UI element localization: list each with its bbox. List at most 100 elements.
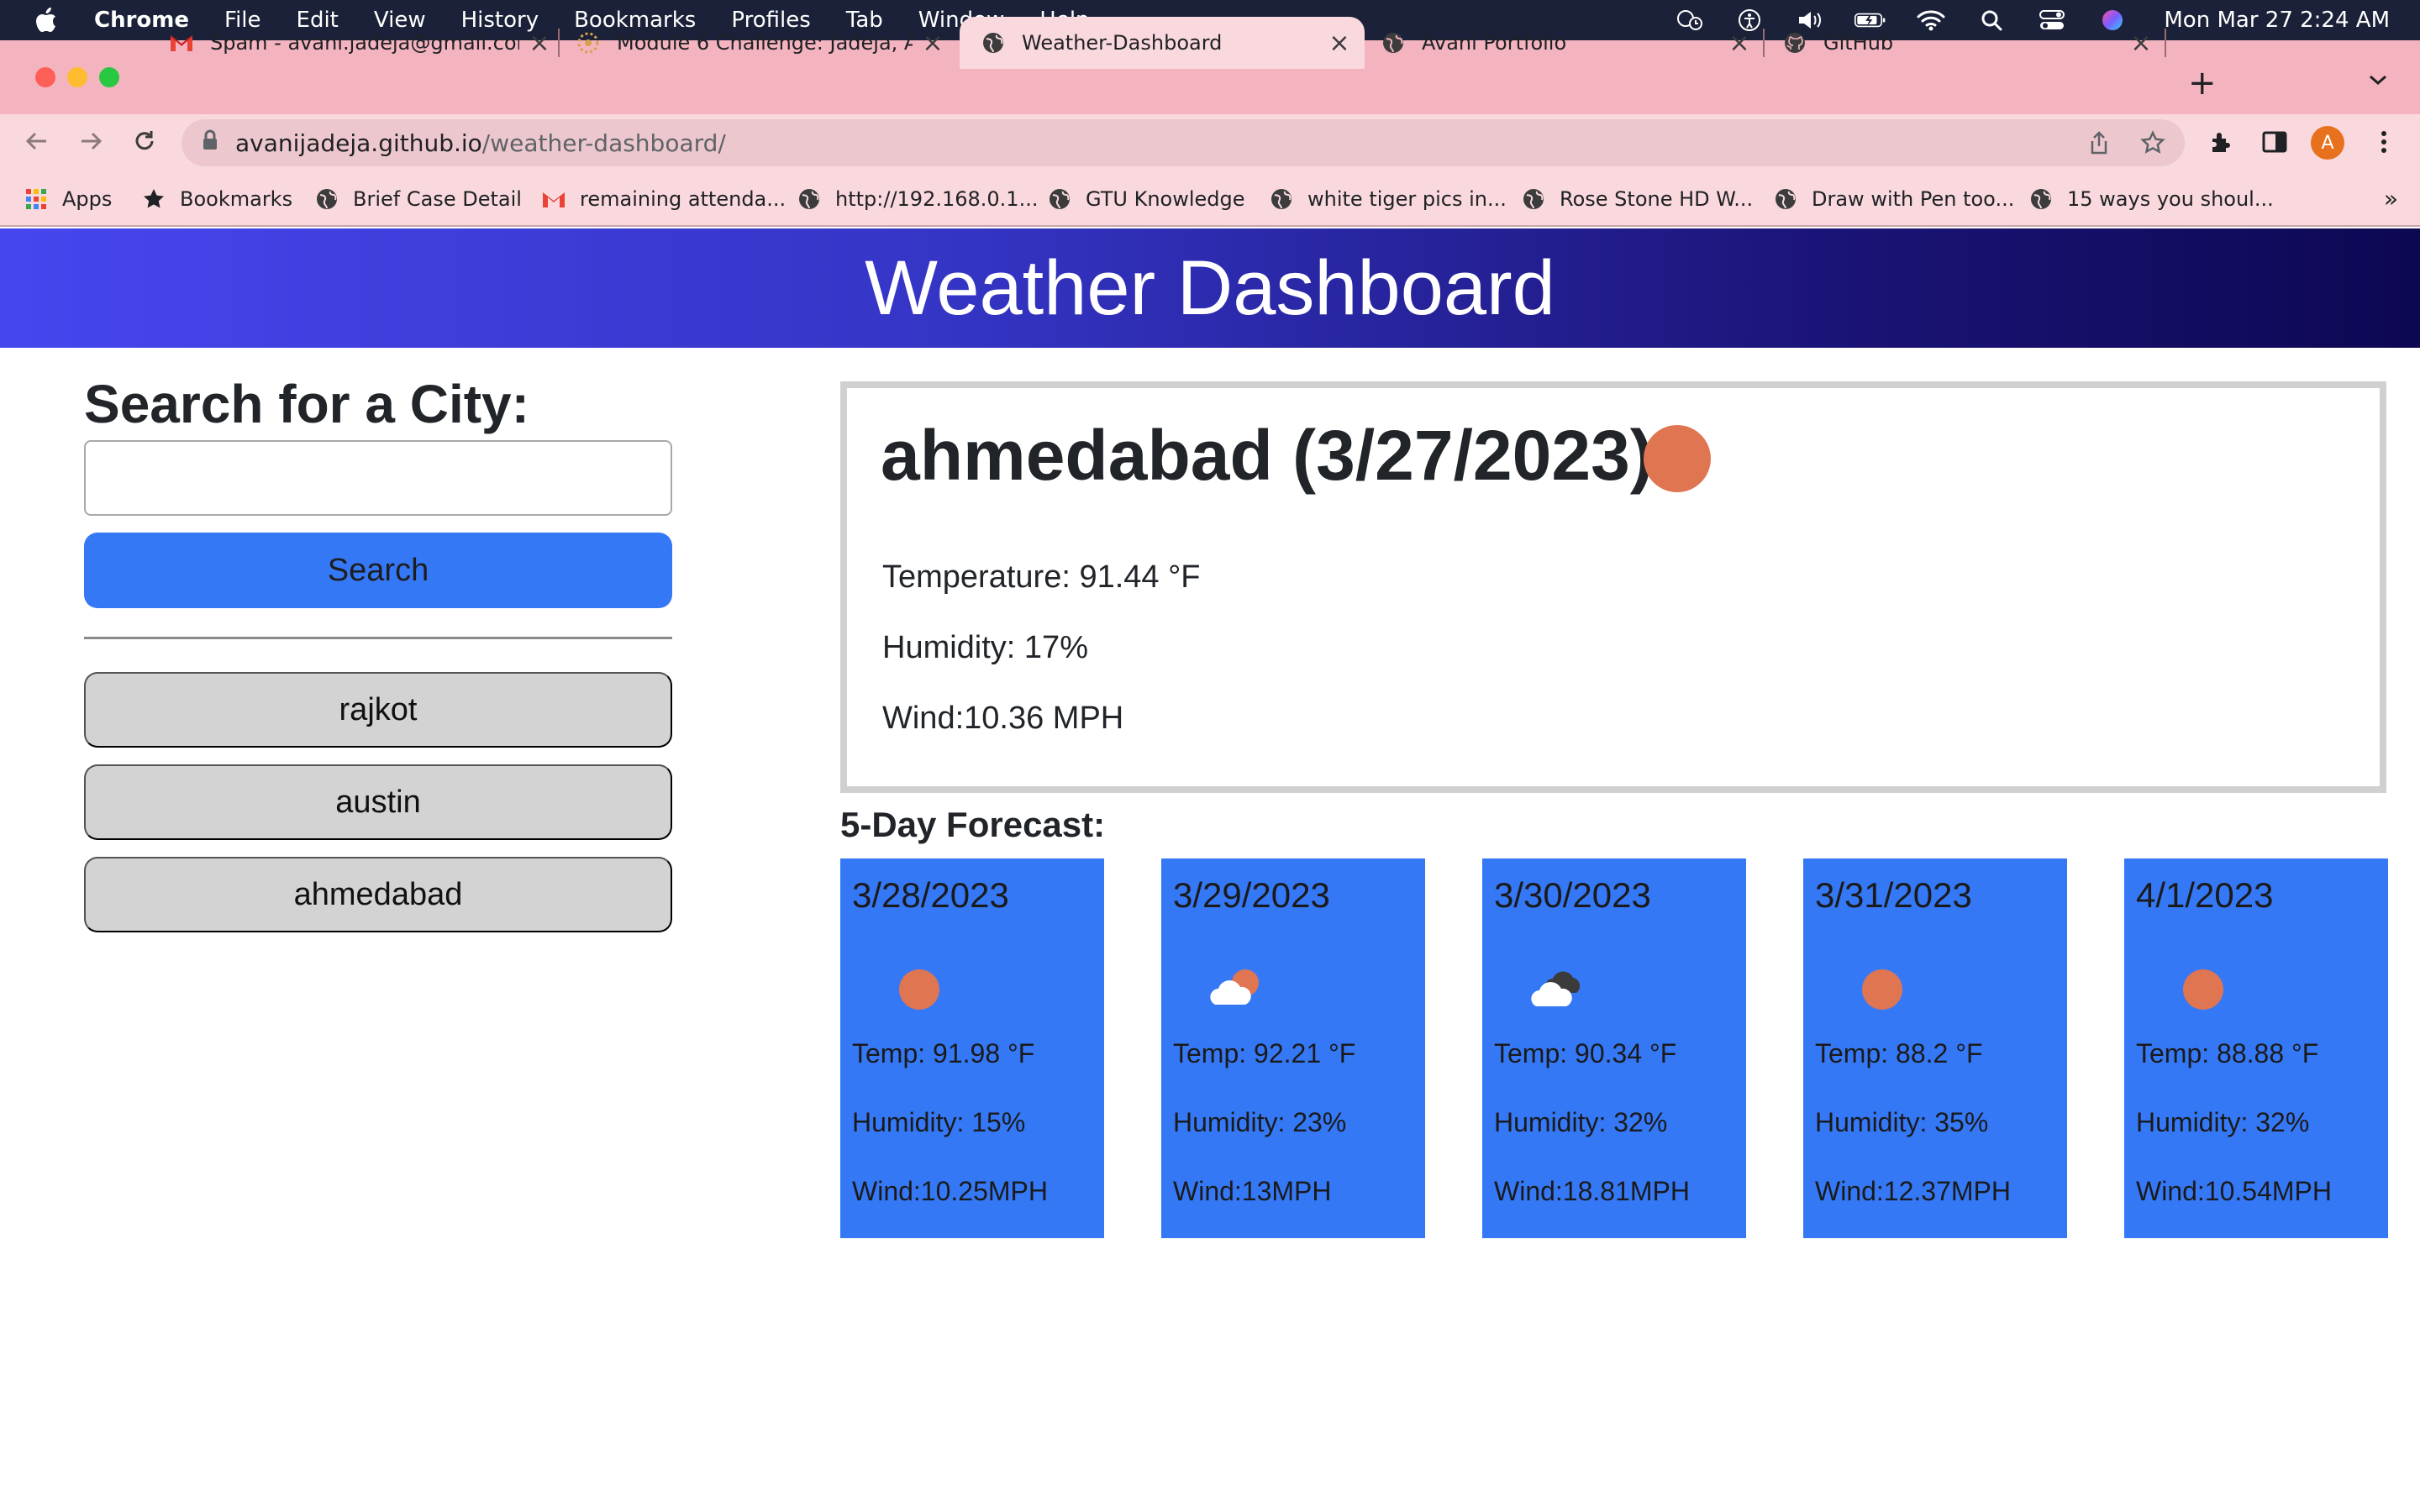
bookmark-label: Rose Stone HD W...: [1560, 187, 1754, 211]
tab-separator: [2165, 29, 2166, 57]
search-heading: Search for a City:: [84, 374, 529, 434]
bookmark-star-icon[interactable]: [2139, 129, 2166, 156]
bookmark-brief-case-detail[interactable]: Brief Case Detail: [314, 186, 522, 212]
forecast-humidity: Humidity: 15%: [852, 1107, 1026, 1137]
bookmarks-bar: Apps Bookmarks Brief Case Detail remaini…: [0, 170, 2420, 227]
clear-sun-icon: [2183, 969, 2223, 1010]
globe-icon: [314, 186, 339, 212]
forecast-wind: Wind:10.25MPH: [852, 1176, 1048, 1206]
globe-icon: [2028, 186, 2054, 212]
tab-separator: [1763, 29, 1765, 57]
tab-close-icon[interactable]: ×: [921, 29, 944, 58]
city-search-input[interactable]: [84, 440, 672, 516]
forecast-card: 3/29/2023 Temp: 92.21 °F Humidity: 23% W…: [1161, 858, 1425, 1238]
bookmark-white-tiger[interactable]: white tiger pics in...: [1269, 186, 1507, 212]
globe-icon: [1269, 186, 1294, 212]
tab-close-icon[interactable]: ×: [528, 29, 551, 58]
bookmark-rose-stone[interactable]: Rose Stone HD W...: [1521, 186, 1753, 212]
forecast-temp: Temp: 91.98 °F: [852, 1038, 1035, 1068]
browser-tab-weather-dashboard[interactable]: Weather-Dashboard ×: [960, 17, 1365, 69]
forecast-card: 3/31/2023 Temp: 88.2 °F Humidity: 35% Wi…: [1803, 858, 2067, 1238]
forecast-heading: 5-Day Forecast:: [840, 805, 1106, 844]
bookmark-15-ways[interactable]: 15 ways you shoul...: [2028, 186, 2274, 212]
forecast-card: 4/1/2023 Temp: 88.88 °F Humidity: 32% Wi…: [2124, 858, 2388, 1238]
gmail-icon: [168, 29, 195, 56]
address-bar[interactable]: avanijadeja.github.io/weather-dashboard/: [182, 119, 2185, 166]
back-arrow-icon[interactable]: [20, 124, 54, 158]
tab-title: Module 6 Challenge: Jadeja, Avani: [617, 31, 913, 55]
tab-close-icon[interactable]: ×: [2129, 29, 2153, 58]
tab-title: GitHub: [1823, 31, 1894, 55]
current-wind: Wind:10.36 MPH: [882, 701, 1124, 736]
bookmark-local-ip[interactable]: http://192.168.0.1...: [797, 186, 1038, 212]
bookmarks-overflow-chevron-icon[interactable]: »: [2384, 185, 2398, 213]
browser-tab-module6[interactable]: Module 6 Challenge: Jadeja, Avani ×: [575, 17, 944, 69]
forecast-date: 3/29/2023: [1173, 875, 1330, 915]
history-city-button[interactable]: rajkot: [84, 672, 672, 748]
globe-icon: [980, 29, 1007, 56]
forecast-temp: Temp: 88.88 °F: [2136, 1038, 2319, 1068]
chrome-menu-kebab-icon[interactable]: [2368, 126, 2400, 158]
forecast-humidity: Humidity: 32%: [1494, 1107, 1668, 1137]
tab-separator: [558, 29, 560, 57]
gmail-icon: [541, 186, 566, 212]
history-city-button[interactable]: ahmedabad: [84, 857, 672, 932]
browser-tab-avani-portfolio[interactable]: Avani Portfolio ×: [1380, 17, 1751, 69]
forecast-card: 3/28/2023 Temp: 91.98 °F Humidity: 15% W…: [840, 858, 1104, 1238]
clear-sun-icon: [1862, 969, 1902, 1010]
window-close-button[interactable]: [35, 67, 55, 87]
forecast-humidity: Humidity: 32%: [2136, 1107, 2310, 1137]
forward-arrow-icon[interactable]: [74, 124, 108, 158]
profile-avatar[interactable]: A: [2311, 126, 2344, 160]
extensions-puzzle-icon[interactable]: [2205, 126, 2237, 158]
tab-close-icon[interactable]: ×: [1728, 29, 1751, 58]
forecast-temp: Temp: 90.34 °F: [1494, 1038, 1677, 1068]
current-city-date: ahmedabad (3/27/2023): [881, 416, 1654, 495]
bookmark-label: GTU Knowledge: [1086, 187, 1245, 211]
reload-icon[interactable]: [128, 124, 161, 158]
canvas-icon: [575, 29, 602, 56]
forecast-wind: Wind:12.37MPH: [1815, 1176, 2011, 1206]
few-clouds-icon: [1210, 969, 1259, 1005]
globe-icon: [1521, 186, 1546, 212]
globe-icon: [1773, 186, 1798, 212]
tab-search-chevron-icon[interactable]: [2368, 67, 2388, 92]
bookmark-apps[interactable]: Apps: [24, 186, 112, 212]
globe-icon: [1380, 29, 1407, 56]
forecast-humidity: Humidity: 23%: [1173, 1107, 1347, 1137]
url-host: avanijadeja.github.io: [235, 129, 482, 157]
menu-bar-clock[interactable]: Mon Mar 27 2:24 AM: [2164, 8, 2390, 33]
github-icon: [1781, 29, 1808, 56]
window-minimize-button[interactable]: [67, 67, 87, 87]
forecast-humidity: Humidity: 35%: [1815, 1107, 1989, 1137]
browser-tab-spam[interactable]: Spam - avani.jadeja@gmail.com ×: [168, 17, 551, 69]
browser-tab-github[interactable]: GitHub ×: [1781, 17, 2153, 69]
search-button[interactable]: Search: [84, 533, 672, 608]
history-city-button[interactable]: austin: [84, 764, 672, 840]
globe-icon: [797, 186, 822, 212]
apps-grid-icon: [24, 186, 49, 212]
tab-close-icon[interactable]: ×: [1328, 29, 1351, 58]
forecast-wind: Wind:13MPH: [1173, 1176, 1332, 1206]
bookmark-draw-with-pen[interactable]: Draw with Pen too...: [1773, 186, 2014, 212]
share-icon[interactable]: [2086, 129, 2112, 156]
bookmark-label: white tiger pics in...: [1307, 187, 1507, 211]
side-panel-icon[interactable]: [2259, 126, 2291, 158]
apple-logo-icon[interactable]: [35, 8, 60, 33]
forecast-temp: Temp: 88.2 °F: [1815, 1038, 1983, 1068]
new-tab-button[interactable]: +: [2188, 64, 2217, 102]
tab-title: Weather-Dashboard: [1022, 31, 1223, 55]
window-zoom-button[interactable]: [99, 67, 119, 87]
bookmark-remaining-attendance[interactable]: remaining attenda...: [541, 186, 786, 212]
url-path: /weather-dashboard/: [481, 129, 726, 157]
current-temperature: Temperature: 91.44 °F: [882, 559, 1201, 595]
bookmark-label: Draw with Pen too...: [1812, 187, 2015, 211]
bookmark-bookmarks-folder[interactable]: Bookmarks: [141, 186, 292, 212]
lock-icon[interactable]: [202, 129, 218, 157]
bookmark-gtu-knowledge[interactable]: GTU Knowledge: [1047, 186, 1245, 212]
bookmark-label: 15 ways you shoul...: [2067, 187, 2274, 211]
star-icon: [141, 186, 166, 212]
tab-title: Avani Portfolio: [1422, 31, 1567, 55]
search-history-divider: [84, 637, 672, 639]
bookmark-label: Brief Case Detail: [353, 187, 522, 211]
